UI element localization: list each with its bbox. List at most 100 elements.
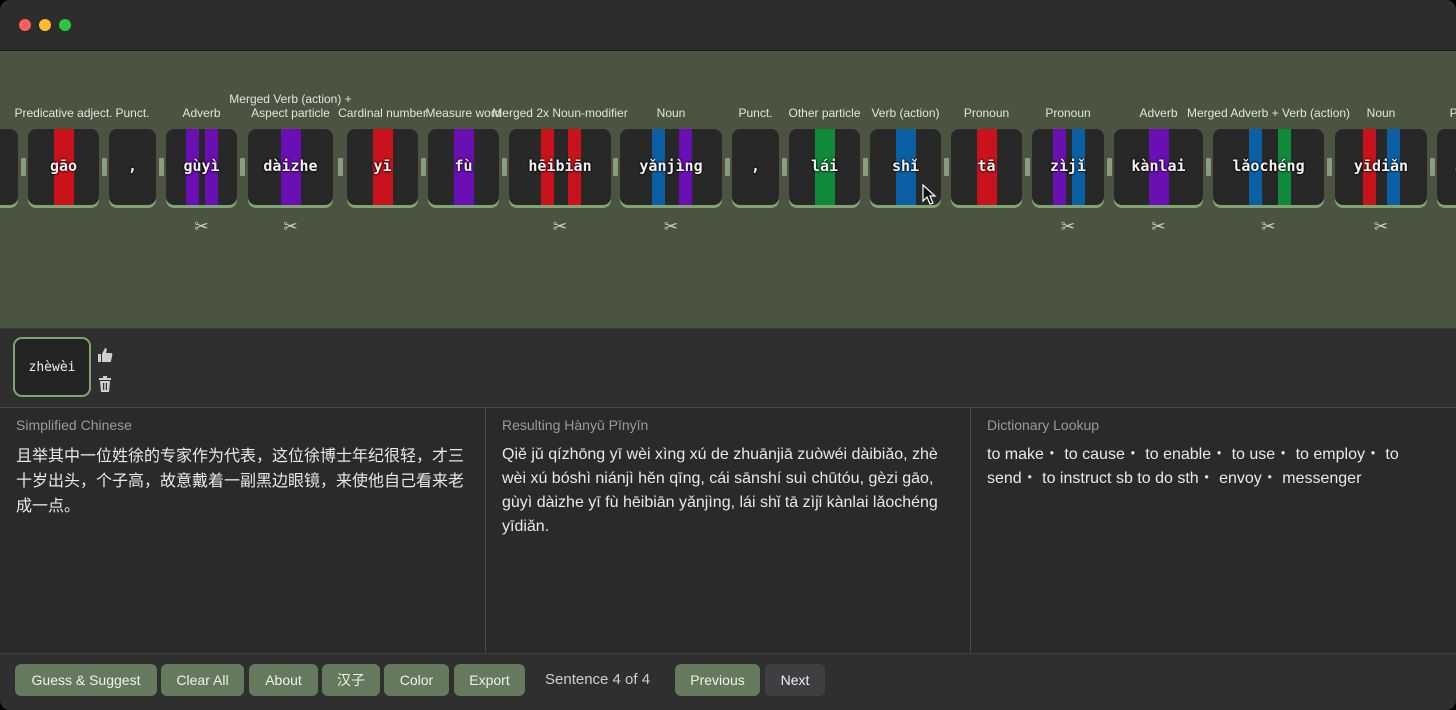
title-bar [0, 0, 1456, 51]
word-token[interactable]: Punct., [109, 51, 156, 328]
chinese-text[interactable]: 且举其中一位姓徐的专家作为代表，这位徐博士年纪很轻，才三十岁出头，个子高，故意戴… [16, 443, 471, 518]
token-box[interactable]: . [0, 129, 18, 205]
merge-handle[interactable] [1429, 158, 1435, 176]
pinyin-panel-title: Resulting Hànyǔ Pīnyīn [502, 417, 649, 433]
token-box[interactable]: . [1437, 129, 1456, 205]
token-box[interactable]: yī [347, 129, 418, 205]
token-pinyin: . [1437, 157, 1456, 175]
merge-handle[interactable] [1205, 158, 1211, 176]
word-token[interactable]: Cardinal number yī [338, 51, 427, 328]
suggestion-area: zhèwèi [0, 328, 1456, 408]
word-token[interactable]: Predicative adject. gāo [14, 51, 113, 328]
merge-handle[interactable] [1024, 158, 1030, 176]
trash-icon[interactable] [96, 375, 114, 393]
zoom-window-button[interactable] [59, 19, 71, 31]
token-box[interactable]: gāo [28, 129, 99, 205]
token-box[interactable]: , [109, 129, 156, 205]
merge-handle[interactable] [1327, 158, 1332, 176]
pinyin-panel: Resulting Hànyǔ Pīnyīn Qiě jǔ qízhōng yī… [486, 408, 971, 654]
chinese-panel: Simplified Chinese 且举其中一位姓徐的专家作为代表，这位徐博士… [0, 408, 486, 654]
word-token[interactable]: Merged Verb (action) + Aspect particle dà… [229, 51, 351, 328]
token-pinyin: lǎochéng [1232, 157, 1305, 175]
merge-handle[interactable] [862, 158, 868, 176]
token-pinyin: , [127, 157, 138, 175]
scissors-icon[interactable]: ✂ [1213, 217, 1324, 237]
scissors-icon[interactable]: ✂ [1032, 217, 1104, 237]
merge-handle[interactable] [781, 158, 787, 176]
merge-handle[interactable] [101, 158, 107, 176]
scissors-icon[interactable]: ✂ [620, 217, 722, 237]
about-button[interactable]: About [249, 664, 318, 696]
token-box[interactable]: gùyì [166, 129, 237, 205]
scissors-icon[interactable]: ✂ [1335, 217, 1427, 237]
word-token[interactable]: Pronoun tā [951, 51, 1022, 328]
token-pinyin: hēibiān [528, 157, 592, 175]
pinyin-text[interactable]: Qiě jǔ qízhōng yī wèi xìng xú de zhuānji… [502, 443, 956, 539]
thumbs-up-icon[interactable] [96, 346, 114, 364]
token-pinyin: gùyì [183, 157, 220, 175]
dictionary-panel: Dictionary Lookup to make・ to cause・ to … [971, 408, 1456, 654]
merge-handle[interactable] [337, 158, 343, 176]
token-box[interactable]: lái [789, 129, 860, 205]
token-box[interactable]: tā [951, 129, 1022, 205]
token-box[interactable]: lǎochéng [1213, 129, 1324, 205]
token-box[interactable]: dàizhe [248, 129, 333, 205]
word-token[interactable]: Pu. [1437, 51, 1456, 328]
token-pinyin: zìjǐ [1049, 157, 1087, 175]
token-box[interactable]: , [732, 129, 779, 205]
word-token[interactable]: Adverb kànlai ✂ [1114, 51, 1203, 328]
hanzi-button[interactable]: 汉子 [322, 664, 380, 696]
dictionary-panel-title: Dictionary Lookup [987, 417, 1100, 433]
token-box[interactable]: yǎnjìng [620, 129, 722, 205]
word-token[interactable]: Measure word fù [425, 51, 502, 328]
scissors-icon[interactable]: ✂ [1114, 217, 1203, 237]
text-panels: Simplified Chinese 且举其中一位姓徐的专家作为代表，这位徐博士… [0, 407, 1456, 654]
chinese-panel-title: Simplified Chinese [16, 417, 132, 433]
token-pinyin: gāo [49, 157, 78, 175]
token-pos-label: Pu [1449, 106, 1456, 120]
word-token[interactable]: Merged 2x Noun-modifier hēibiān ✂ [492, 51, 627, 328]
merge-handle[interactable] [20, 158, 26, 176]
merge-handle[interactable] [420, 158, 426, 176]
token-box[interactable]: zìjǐ [1032, 129, 1104, 205]
word-token[interactable]: Other particle lái [788, 51, 861, 328]
previous-button[interactable]: Previous [675, 664, 760, 696]
word-token[interactable]: Merged Adverb + Verb (action) lǎochéng ✂ [1187, 51, 1350, 328]
clear-all-button[interactable]: Clear All [161, 664, 244, 696]
scissors-icon[interactable]: ✂ [248, 217, 333, 237]
minimize-window-button[interactable] [39, 19, 51, 31]
merge-handle[interactable] [158, 158, 164, 176]
token-box[interactable]: fù [428, 129, 499, 205]
token-box[interactable]: yīdiǎn [1335, 129, 1427, 205]
close-window-button[interactable] [19, 19, 31, 31]
token-pinyin: dàizhe [263, 157, 318, 175]
word-token[interactable]: oun. [0, 51, 18, 328]
bottom-toolbar: Guess & Suggest Clear All About 汉子 Color… [0, 653, 1456, 710]
merge-handle[interactable] [240, 158, 245, 176]
dictionary-text: to make・ to cause・ to enable・ to use・ to… [987, 446, 1399, 487]
word-token[interactable]: Pronoun zìjǐ ✂ [1032, 51, 1104, 328]
merge-handle[interactable] [613, 158, 618, 176]
word-token[interactable]: Punct., [732, 51, 779, 328]
token-pinyin: tā [977, 157, 996, 175]
mouse-pointer-icon [922, 184, 937, 205]
token-box[interactable]: kànlai [1114, 129, 1203, 205]
word-token[interactable]: Noun yīdiǎn ✂ [1335, 51, 1427, 328]
scissors-icon[interactable]: ✂ [509, 217, 611, 237]
suggested-word[interactable]: zhèwèi [15, 339, 89, 395]
token-pinyin: lái [810, 157, 839, 175]
merge-handle[interactable] [501, 158, 507, 176]
merge-handle[interactable] [724, 158, 730, 176]
token-box[interactable]: hēibiān [509, 129, 611, 205]
export-button[interactable]: Export [454, 664, 525, 696]
next-button[interactable]: Next [765, 664, 825, 696]
merge-handle[interactable] [943, 158, 949, 176]
color-button[interactable]: Color [384, 664, 449, 696]
token-pinyin: kànlai [1131, 157, 1186, 175]
merge-handle[interactable] [1106, 158, 1112, 176]
token-pinyin: . [0, 157, 18, 175]
token-pinyin: , [750, 157, 761, 175]
scissors-icon[interactable]: ✂ [166, 217, 237, 237]
guess-suggest-button[interactable]: Guess & Suggest [15, 664, 157, 696]
word-token[interactable]: Noun yǎnjìng ✂ [620, 51, 722, 328]
